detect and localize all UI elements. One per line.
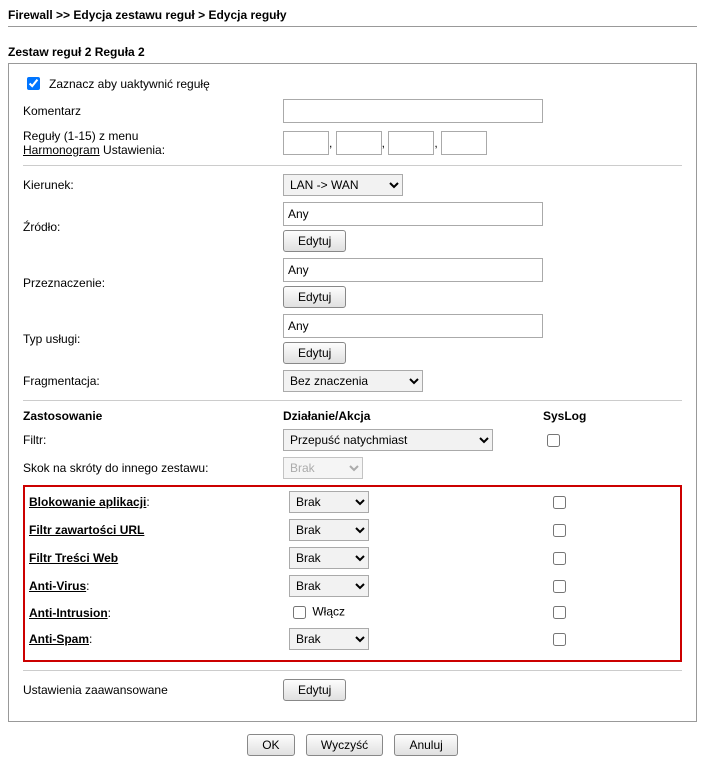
schedule-input-1[interactable]	[283, 131, 329, 155]
ok-button[interactable]: OK	[247, 734, 294, 756]
url-filter-syslog-checkbox[interactable]	[553, 524, 566, 537]
schedule-settings-label: Ustawienia:	[100, 143, 165, 157]
schedule-rules-label: Reguły (1-15) z menu	[23, 129, 138, 143]
breadcrumb: Firewall >> Edycja zestawu reguł > Edycj…	[8, 8, 697, 22]
breadcrumb-part2: Edycja zestawu reguł	[73, 8, 194, 22]
section-title: Zestaw reguł 2 Reguła 2	[8, 45, 697, 59]
schedule-input-3[interactable]	[388, 131, 434, 155]
cancel-button[interactable]: Anuluj	[394, 734, 457, 756]
service-type-label: Typ usługi:	[23, 332, 283, 346]
filter-label: Filtr:	[23, 433, 283, 447]
url-filter-link[interactable]: Filtr zawartości URL	[29, 523, 144, 537]
service-type-edit-button[interactable]: Edytuj	[283, 342, 346, 364]
comment-input[interactable]	[283, 99, 543, 123]
divider	[23, 165, 682, 166]
fragmentation-label: Fragmentacja:	[23, 374, 283, 388]
header-action: Działanie/Akcja	[283, 409, 543, 423]
source-input[interactable]	[283, 202, 543, 226]
filter-select[interactable]: Przepuść natychmiast	[283, 429, 493, 451]
breadcrumb-part3: Edycja reguły	[208, 8, 286, 22]
url-filter-select[interactable]: Brak	[289, 519, 369, 541]
advanced-label: Ustawienia zaawansowane	[23, 683, 283, 697]
antivirus-select[interactable]: Brak	[289, 575, 369, 597]
anti-intrusion-enable-checkbox[interactable]	[293, 606, 306, 619]
highlighted-section: Blokowanie aplikacji: Brak Filtr zawarto…	[23, 485, 682, 662]
clear-button[interactable]: Wyczyść	[306, 734, 383, 756]
anti-spam-syslog-checkbox[interactable]	[553, 633, 566, 646]
shortcut-select: Brak	[283, 457, 363, 479]
divider	[8, 26, 697, 27]
source-edit-button[interactable]: Edytuj	[283, 230, 346, 252]
fragmentation-select[interactable]: Bez znaczenia	[283, 370, 423, 392]
anti-intrusion-link[interactable]: Anti-Intrusion	[29, 606, 108, 620]
anti-spam-link[interactable]: Anti-Spam	[29, 632, 89, 646]
service-type-input[interactable]	[283, 314, 543, 338]
colon: :	[108, 606, 111, 620]
header-application: Zastosowanie	[23, 409, 283, 423]
web-filter-syslog-checkbox[interactable]	[553, 552, 566, 565]
rule-panel: Zaznacz aby uaktywnić regułę Komentarz R…	[8, 63, 697, 722]
breadcrumb-sep: >>	[53, 8, 74, 22]
app-block-select[interactable]: Brak	[289, 491, 369, 513]
filter-syslog-checkbox[interactable]	[547, 434, 560, 447]
schedule-input-4[interactable]	[441, 131, 487, 155]
web-filter-link[interactable]: Filtr Treści Web	[29, 551, 118, 565]
anti-intrusion-syslog-checkbox[interactable]	[553, 606, 566, 619]
app-block-link[interactable]: Blokowanie aplikacji	[29, 495, 146, 509]
shortcut-label: Skok na skróty do innego zestawu:	[23, 461, 283, 475]
anti-intrusion-enable-label: Włącz	[312, 605, 345, 619]
header-syslog: SysLog	[543, 409, 682, 423]
colon: :	[86, 579, 89, 593]
destination-edit-button[interactable]: Edytuj	[283, 286, 346, 308]
app-block-syslog-checkbox[interactable]	[553, 496, 566, 509]
direction-select[interactable]: LAN -> WAN	[283, 174, 403, 196]
colon: :	[146, 495, 149, 509]
activate-checkbox[interactable]	[27, 77, 40, 90]
divider	[23, 400, 682, 401]
breadcrumb-sep: >	[195, 8, 209, 22]
comment-label: Komentarz	[23, 104, 283, 118]
destination-label: Przeznaczenie:	[23, 276, 283, 290]
breadcrumb-part1: Firewall	[8, 8, 53, 22]
schedule-input-2[interactable]	[336, 131, 382, 155]
source-label: Źródło:	[23, 220, 283, 234]
antivirus-link[interactable]: Anti-Virus	[29, 579, 86, 593]
colon: :	[89, 632, 92, 646]
web-filter-select[interactable]: Brak	[289, 547, 369, 569]
antivirus-syslog-checkbox[interactable]	[553, 580, 566, 593]
schedule-link[interactable]: Harmonogram	[23, 143, 100, 157]
destination-input[interactable]	[283, 258, 543, 282]
divider	[23, 670, 682, 671]
anti-spam-select[interactable]: Brak	[289, 628, 369, 650]
advanced-edit-button[interactable]: Edytuj	[283, 679, 346, 701]
activate-label: Zaznacz aby uaktywnić regułę	[49, 77, 210, 91]
direction-label: Kierunek:	[23, 178, 283, 192]
